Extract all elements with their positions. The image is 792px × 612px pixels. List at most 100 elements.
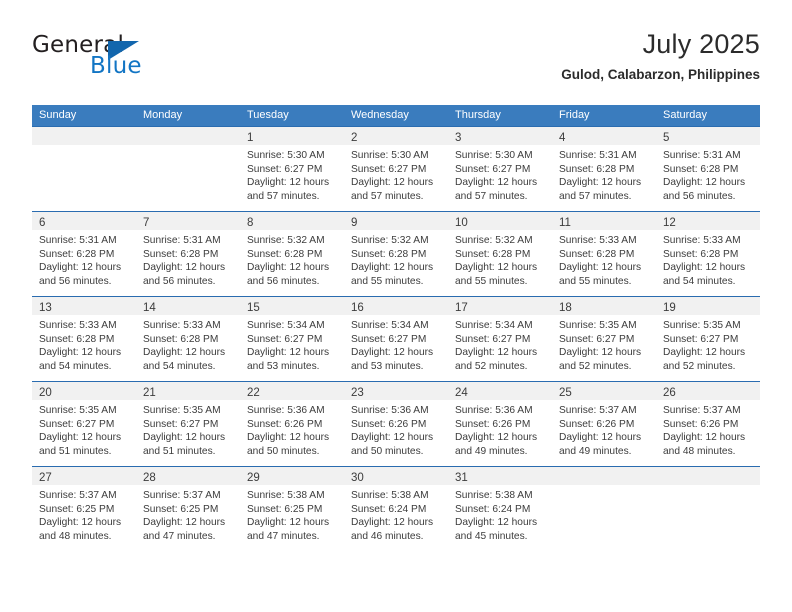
- daylight-duration-line1: Daylight: 12 hours: [663, 432, 746, 444]
- daylight-duration-line1: Daylight: 12 hours: [247, 347, 330, 359]
- day-details: Sunrise: 5:31 AM Sunset: 6:28 PM Daylight:…: [656, 145, 760, 203]
- calendar-day-cell[interactable]: 8 Sunrise: 5:32 AM Sunset: 6:28 PM Daylight…: [240, 211, 344, 297]
- day-details: Sunrise: 5:31 AM Sunset: 6:28 PM Daylight:…: [136, 230, 240, 288]
- daylight-duration-line2: and 55 minutes.: [559, 275, 632, 287]
- calendar-day-cell[interactable]: 21 Sunrise: 5:35 AM Sunset: 6:27 PM Dayligh…: [136, 381, 240, 467]
- sunrise-time: Sunrise: 5:36 AM: [247, 405, 325, 416]
- sunrise-time: Sunrise: 5:37 AM: [39, 490, 117, 501]
- daylight-duration-line2: and 57 minutes.: [247, 190, 320, 202]
- sunset-time: Sunset: 6:28 PM: [247, 248, 323, 260]
- calendar-week-row: 27 Sunrise: 5:37 AM Sunset: 6:25 PM Dayligh…: [32, 466, 760, 551]
- daylight-duration-line2: and 45 minutes.: [455, 530, 528, 542]
- daylight-duration-line2: and 55 minutes.: [455, 275, 528, 287]
- day-details: Sunrise: 5:37 AM Sunset: 6:26 PM Daylight:…: [552, 400, 656, 458]
- day-number-band: 5: [656, 127, 760, 145]
- day-cell-inner: 14 Sunrise: 5:33 AM Sunset: 6:28 PM Dayligh…: [136, 297, 240, 381]
- calendar-day-cell[interactable]: 7 Sunrise: 5:31 AM Sunset: 6:28 PM Daylight…: [136, 211, 240, 297]
- day-details: Sunrise: 5:33 AM Sunset: 6:28 PM Daylight:…: [656, 230, 760, 288]
- calendar-day-cell[interactable]: 20 Sunrise: 5:35 AM Sunset: 6:27 PM Dayligh…: [32, 381, 136, 467]
- calendar-day-cell[interactable]: 31 Sunrise: 5:38 AM Sunset: 6:24 PM Dayligh…: [448, 466, 552, 551]
- daylight-duration-line2: and 50 minutes.: [351, 445, 424, 457]
- calendar-day-cell[interactable]: 22 Sunrise: 5:36 AM Sunset: 6:26 PM Dayligh…: [240, 381, 344, 467]
- calendar-day-cell[interactable]: 24 Sunrise: 5:36 AM Sunset: 6:26 PM Dayligh…: [448, 381, 552, 467]
- calendar-day-cell[interactable]: 28 Sunrise: 5:37 AM Sunset: 6:25 PM Dayligh…: [136, 466, 240, 551]
- day-number-band: 13: [32, 297, 136, 315]
- day-number-band: [32, 127, 136, 145]
- day-cell-inner: 29 Sunrise: 5:38 AM Sunset: 6:25 PM Dayligh…: [240, 467, 344, 551]
- sunset-time: Sunset: 6:28 PM: [351, 248, 427, 260]
- day-details: [552, 485, 656, 489]
- location-subtitle: Gulod, Calabarzon, Philippines: [561, 67, 760, 82]
- day-details: Sunrise: 5:32 AM Sunset: 6:28 PM Daylight:…: [344, 230, 448, 288]
- calendar-day-cell[interactable]: 14 Sunrise: 5:33 AM Sunset: 6:28 PM Dayligh…: [136, 296, 240, 382]
- day-number-band: 12: [656, 212, 760, 230]
- weekday-header-wednesday: Wednesday: [344, 105, 448, 127]
- sunset-time: Sunset: 6:26 PM: [455, 418, 531, 430]
- day-number: 1: [247, 132, 254, 144]
- daylight-duration-line1: Daylight: 12 hours: [351, 347, 434, 359]
- day-details: Sunrise: 5:34 AM Sunset: 6:27 PM Daylight:…: [448, 315, 552, 373]
- calendar-day-cell[interactable]: 23 Sunrise: 5:36 AM Sunset: 6:26 PM Dayligh…: [344, 381, 448, 467]
- sunset-time: Sunset: 6:24 PM: [351, 503, 427, 515]
- day-number: 8: [247, 217, 254, 229]
- general-blue-logo[interactable]: General Blue: [32, 32, 262, 88]
- calendar-day-cell-empty: [656, 466, 760, 551]
- daylight-duration-line1: Daylight: 12 hours: [559, 262, 642, 274]
- page-header: General Blue July 2025 Gulod, Calabarzon…: [32, 28, 760, 92]
- day-number-band: 18: [552, 297, 656, 315]
- daylight-duration-line2: and 47 minutes.: [247, 530, 320, 542]
- sunrise-time: Sunrise: 5:38 AM: [351, 490, 429, 501]
- sunrise-time: Sunrise: 5:36 AM: [351, 405, 429, 416]
- calendar-week-row: 13 Sunrise: 5:33 AM Sunset: 6:28 PM Dayligh…: [32, 296, 760, 382]
- daylight-duration-line2: and 52 minutes.: [455, 360, 528, 372]
- sunrise-time: Sunrise: 5:37 AM: [663, 405, 741, 416]
- weekday-header-sunday: Sunday: [32, 105, 136, 127]
- day-cell-inner: 18 Sunrise: 5:35 AM Sunset: 6:27 PM Dayligh…: [552, 297, 656, 381]
- calendar-day-cell[interactable]: 30 Sunrise: 5:38 AM Sunset: 6:24 PM Dayligh…: [344, 466, 448, 551]
- calendar-day-cell[interactable]: 26 Sunrise: 5:37 AM Sunset: 6:26 PM Dayligh…: [656, 381, 760, 467]
- calendar-day-cell[interactable]: 5 Sunrise: 5:31 AM Sunset: 6:28 PM Daylight…: [656, 126, 760, 212]
- sunrise-time: Sunrise: 5:33 AM: [39, 320, 117, 331]
- calendar-day-cell[interactable]: 4 Sunrise: 5:31 AM Sunset: 6:28 PM Daylight…: [552, 126, 656, 212]
- sunrise-time: Sunrise: 5:35 AM: [559, 320, 637, 331]
- calendar-day-cell[interactable]: 19 Sunrise: 5:35 AM Sunset: 6:27 PM Dayligh…: [656, 296, 760, 382]
- daylight-duration-line1: Daylight: 12 hours: [143, 517, 226, 529]
- day-number: 22: [247, 387, 260, 399]
- calendar-day-cell[interactable]: 2 Sunrise: 5:30 AM Sunset: 6:27 PM Daylight…: [344, 126, 448, 212]
- sunrise-time: Sunrise: 5:34 AM: [351, 320, 429, 331]
- daylight-duration-line1: Daylight: 12 hours: [455, 517, 538, 529]
- sunrise-time: Sunrise: 5:38 AM: [455, 490, 533, 501]
- calendar-day-cell[interactable]: 9 Sunrise: 5:32 AM Sunset: 6:28 PM Daylight…: [344, 211, 448, 297]
- calendar-day-cell[interactable]: 25 Sunrise: 5:37 AM Sunset: 6:26 PM Dayligh…: [552, 381, 656, 467]
- sunset-time: Sunset: 6:24 PM: [455, 503, 531, 515]
- daylight-duration-line2: and 54 minutes.: [143, 360, 216, 372]
- calendar-day-cell[interactable]: 3 Sunrise: 5:30 AM Sunset: 6:27 PM Daylight…: [448, 126, 552, 212]
- calendar-day-cell[interactable]: 10 Sunrise: 5:32 AM Sunset: 6:28 PM Dayligh…: [448, 211, 552, 297]
- calendar-day-cell[interactable]: 11 Sunrise: 5:33 AM Sunset: 6:28 PM Dayligh…: [552, 211, 656, 297]
- calendar-day-cell[interactable]: 1 Sunrise: 5:30 AM Sunset: 6:27 PM Daylight…: [240, 126, 344, 212]
- day-cell-inner: 16 Sunrise: 5:34 AM Sunset: 6:27 PM Dayligh…: [344, 297, 448, 381]
- day-number-band: [136, 127, 240, 145]
- day-details: Sunrise: 5:37 AM Sunset: 6:26 PM Daylight:…: [656, 400, 760, 458]
- day-cell-inner: 12 Sunrise: 5:33 AM Sunset: 6:28 PM Dayligh…: [656, 212, 760, 296]
- day-number: 3: [455, 132, 462, 144]
- calendar-day-cell[interactable]: 12 Sunrise: 5:33 AM Sunset: 6:28 PM Dayligh…: [656, 211, 760, 297]
- day-number-band: 26: [656, 382, 760, 400]
- calendar-day-cell[interactable]: 13 Sunrise: 5:33 AM Sunset: 6:28 PM Dayligh…: [32, 296, 136, 382]
- day-details: Sunrise: 5:30 AM Sunset: 6:27 PM Daylight:…: [240, 145, 344, 203]
- day-number: 18: [559, 302, 572, 314]
- daylight-duration-line1: Daylight: 12 hours: [247, 517, 330, 529]
- day-details: Sunrise: 5:36 AM Sunset: 6:26 PM Daylight:…: [240, 400, 344, 458]
- daylight-duration-line1: Daylight: 12 hours: [663, 262, 746, 274]
- calendar-day-cell[interactable]: 27 Sunrise: 5:37 AM Sunset: 6:25 PM Dayligh…: [32, 466, 136, 551]
- calendar-day-cell[interactable]: 15 Sunrise: 5:34 AM Sunset: 6:27 PM Dayligh…: [240, 296, 344, 382]
- daylight-duration-line2: and 52 minutes.: [663, 360, 736, 372]
- calendar-day-cell[interactable]: 16 Sunrise: 5:34 AM Sunset: 6:27 PM Dayligh…: [344, 296, 448, 382]
- calendar-day-cell[interactable]: 6 Sunrise: 5:31 AM Sunset: 6:28 PM Daylight…: [32, 211, 136, 297]
- calendar-day-cell[interactable]: 18 Sunrise: 5:35 AM Sunset: 6:27 PM Dayligh…: [552, 296, 656, 382]
- calendar-day-cell[interactable]: 17 Sunrise: 5:34 AM Sunset: 6:27 PM Dayligh…: [448, 296, 552, 382]
- day-cell-inner: 4 Sunrise: 5:31 AM Sunset: 6:28 PM Daylight…: [552, 127, 656, 211]
- calendar-day-cell[interactable]: 29 Sunrise: 5:38 AM Sunset: 6:25 PM Dayligh…: [240, 466, 344, 551]
- day-details: Sunrise: 5:38 AM Sunset: 6:24 PM Daylight:…: [344, 485, 448, 543]
- sunset-time: Sunset: 6:27 PM: [247, 163, 323, 175]
